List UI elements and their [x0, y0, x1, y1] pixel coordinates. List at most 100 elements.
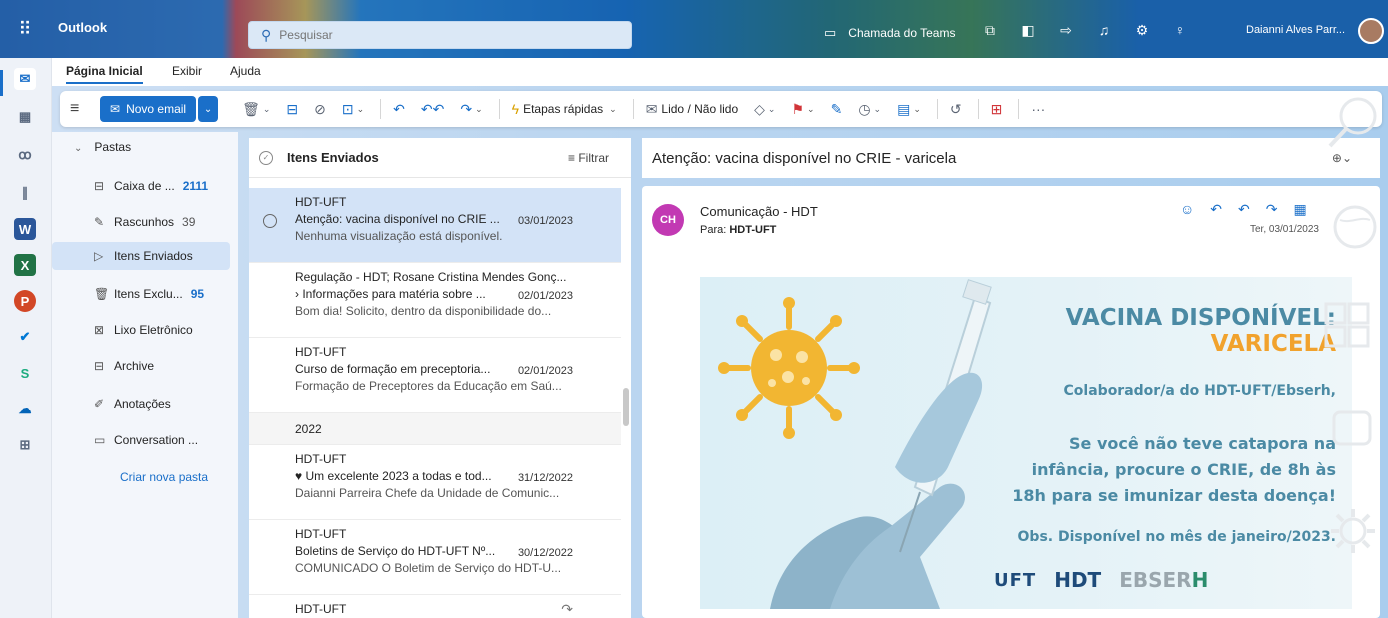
app-launcher-icon[interactable]: ⠿: [14, 18, 36, 40]
note-icon: ✐: [94, 397, 105, 411]
folder-deleted[interactable]: 🗑 Itens Exclu... 95: [52, 280, 230, 308]
archive-icon[interactable]: ⊟: [286, 101, 298, 118]
message-row[interactable]: Regulação - HDT; Rosane Cristina Mendes …: [249, 263, 621, 338]
recipient-name[interactable]: HDT-UFT: [729, 224, 776, 236]
folders-header[interactable]: ⌄ Pastas: [74, 140, 131, 154]
read-unread-button[interactable]: ✉ Lido / Não lido: [646, 101, 738, 118]
tab-view[interactable]: Exibir: [172, 64, 202, 78]
reading-pane: CH Comunicação - HDT Para: HDT-UFT ☺ ↶ ↶…: [642, 186, 1380, 618]
top-icon-group: ⧉ ◧ ⇨ ♫ ⚙ ♀: [980, 22, 1190, 39]
delete-icon[interactable]: 🗑 ⌄: [242, 101, 270, 118]
teams-call-button[interactable]: ▭ Chamada do Teams: [824, 22, 955, 44]
search-input[interactable]: [279, 28, 600, 42]
junk-icon: ⊠: [94, 323, 105, 337]
folder-sent[interactable]: ▷ Itens Enviados: [52, 242, 230, 270]
word-icon[interactable]: W: [14, 218, 36, 240]
forward-icon[interactable]: ↷ ⌄: [460, 101, 482, 118]
calendar-icon[interactable]: ▦: [14, 106, 36, 128]
folder-label: Lixo Eletrônico: [114, 323, 193, 337]
create-folder-link[interactable]: Criar nova pasta: [120, 470, 208, 484]
emoji-icon[interactable]: ☺: [1180, 201, 1194, 218]
apps-icon[interactable]: ▦: [1294, 201, 1307, 218]
message-list-scroll-thumb[interactable]: [623, 388, 629, 426]
search-box[interactable]: ⚲: [248, 21, 632, 49]
send-icon: ▷: [94, 249, 104, 263]
folder-count: 95: [190, 287, 205, 301]
app-title[interactable]: Outlook: [58, 20, 107, 35]
bell-icon[interactable]: ♫: [1094, 22, 1114, 39]
folder-junk[interactable]: ⊠ Lixo Eletrônico: [52, 316, 230, 344]
tab-help[interactable]: Ajuda: [230, 64, 261, 78]
group-header[interactable]: 2022: [249, 413, 621, 445]
onedrive-icon[interactable]: ☁: [14, 398, 36, 420]
hdt-logo: HDT: [1054, 568, 1102, 592]
flag-icon[interactable]: ⚑ ⌄: [791, 101, 814, 118]
office-icon[interactable]: ◧: [1018, 22, 1038, 39]
email-date: Ter, 03/01/2023: [1250, 224, 1319, 235]
attach-icon[interactable]: ∥: [14, 182, 36, 204]
folder-conversation[interactable]: ▭ Conversation ...: [52, 426, 230, 454]
message-row[interactable]: HDT-UFT Boletins de Serviço do HDT-UFT N…: [249, 520, 621, 595]
rail-active-indicator: [0, 70, 3, 96]
banner-note: Obs. Disponível no mês de janeiro/2023.: [1017, 529, 1336, 545]
share-icon[interactable]: ⇨: [1056, 22, 1076, 39]
new-mail-button[interactable]: ✉ Novo email: [100, 96, 197, 122]
message-row[interactable]: HDT-UFT Curso de formação em preceptoria…: [249, 338, 621, 413]
message-from: HDT-UFT: [295, 527, 347, 541]
magnifier-overlay-icon: [1328, 97, 1377, 148]
folder-notes[interactable]: ✐ Anotações: [52, 390, 230, 418]
powerpoint-icon[interactable]: P: [14, 290, 36, 312]
apps-icon[interactable]: ⊞: [991, 101, 1003, 118]
chat-icon[interactable]: ⧉: [980, 22, 1000, 39]
new-mail-dropdown[interactable]: ⌄: [198, 96, 219, 122]
hamburger-icon[interactable]: ≡: [70, 100, 90, 118]
sweep-icon[interactable]: ⊘: [314, 101, 326, 118]
message-preview: COMUNICADO O Boletim de Serviço do HDT-U…: [295, 561, 562, 575]
people-icon[interactable]: ꝏ: [14, 144, 36, 166]
move-icon[interactable]: ⊡ ⌄: [342, 101, 364, 118]
rules-icon[interactable]: ▤ ⌄: [897, 101, 921, 118]
user-name[interactable]: Daianni Alves Parr...: [1246, 24, 1345, 36]
ribbon-tabs: Página Inicial Exibir Ajuda: [52, 58, 1388, 86]
gear-icon[interactable]: ⚙: [1132, 22, 1152, 39]
mail-icon[interactable]: ✉: [14, 68, 36, 90]
excel-icon[interactable]: X: [14, 254, 36, 276]
clock-icon[interactable]: ◷ ⌄: [858, 101, 881, 118]
folder-archive[interactable]: ⊟ Archive: [52, 352, 230, 380]
tab-home[interactable]: Página Inicial: [66, 64, 143, 84]
zoom-icon[interactable]: ⊕⌄: [1332, 151, 1352, 165]
reply-icon[interactable]: ↶: [1210, 201, 1222, 218]
forward-icon[interactable]: ↷: [1266, 201, 1278, 218]
lightbulb-icon[interactable]: ♀: [1170, 22, 1190, 39]
quick-steps-button[interactable]: ϟ Etapas rápidas ⌄: [512, 101, 617, 117]
sender-name[interactable]: Comunicação - HDT: [700, 204, 818, 219]
pencil-icon: ✎: [94, 215, 105, 229]
message-row[interactable]: HDT-UFT ↷: [249, 595, 621, 618]
todo-icon[interactable]: ✔: [14, 326, 36, 348]
user-avatar[interactable]: [1358, 18, 1384, 44]
folder-inbox[interactable]: ⊟ Caixa de ... 2111: [52, 172, 230, 200]
message-row[interactable]: HDT-UFT ♥ Um excelente 2023 a todas e to…: [249, 445, 621, 520]
message-date: 30/12/2022: [517, 547, 573, 559]
undo-icon[interactable]: ↺: [950, 101, 962, 118]
folder-drafts[interactable]: ✎ Rascunhos 39: [52, 208, 230, 236]
filter-button[interactable]: ≡ Filtrar: [568, 151, 609, 165]
message-row[interactable]: HDT-UFT Atenção: vacina disponível no CR…: [249, 188, 621, 263]
app-rail: ✉ ▦ ꝏ ∥ W X P ✔ S ☁ ⊞: [0, 58, 52, 618]
select-all-checkbox[interactable]: ✓: [259, 150, 273, 165]
banner-message-line: 18h para se imunizar desta doença!: [1012, 486, 1336, 505]
folder-label: Rascunhos: [114, 215, 175, 229]
reply-all-icon[interactable]: ↶: [1238, 201, 1250, 218]
message-date: 02/01/2023: [517, 365, 573, 377]
pin-icon[interactable]: ✎: [831, 101, 843, 118]
message-select-radio[interactable]: [263, 214, 277, 228]
folders-header-label: Pastas: [94, 140, 132, 154]
tag-icon[interactable]: ◇ ⌄: [754, 101, 775, 118]
reply-icon[interactable]: ↶: [393, 101, 405, 118]
sender-avatar[interactable]: CH: [652, 204, 684, 236]
more-options-button[interactable]: ···: [1031, 101, 1045, 117]
filter-label: Filtrar: [578, 150, 609, 165]
more-apps-icon[interactable]: ⊞: [14, 434, 36, 456]
sway-icon[interactable]: S: [14, 362, 36, 384]
reply-all-icon[interactable]: ↶↶: [421, 101, 444, 118]
